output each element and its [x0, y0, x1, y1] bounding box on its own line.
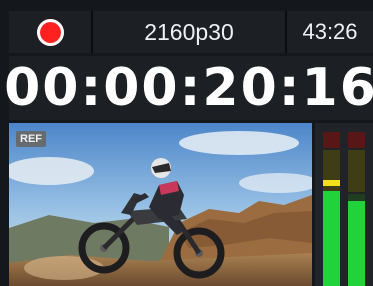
meter-red-zone [323, 132, 340, 148]
record-cell[interactable] [9, 11, 93, 53]
meter-peak-indicator [323, 180, 340, 186]
meter-yellow-zone [348, 150, 365, 192]
video-preview[interactable]: REF [9, 123, 312, 286]
meter-level-fill [323, 191, 340, 286]
recorder-screen: 2160p30 43:26 00:00:20:16 REF [0, 0, 373, 286]
record-indicator [40, 22, 60, 42]
audio-meter-panel[interactable] [315, 123, 373, 286]
audio-meter-right [348, 132, 365, 286]
audio-meter-left [323, 132, 340, 286]
meter-level-fill [348, 201, 365, 286]
remaining-time[interactable]: 43:26 [287, 11, 373, 53]
meter-red-zone [348, 132, 365, 148]
status-bar: 2160p30 43:26 [9, 11, 373, 53]
motocross-preview-image [9, 123, 312, 286]
record-icon[interactable] [36, 18, 64, 46]
ref-badge[interactable]: REF [16, 131, 46, 147]
video-format[interactable]: 2160p30 [93, 11, 287, 53]
timecode-display[interactable]: 00:00:20:16 [4, 56, 373, 120]
